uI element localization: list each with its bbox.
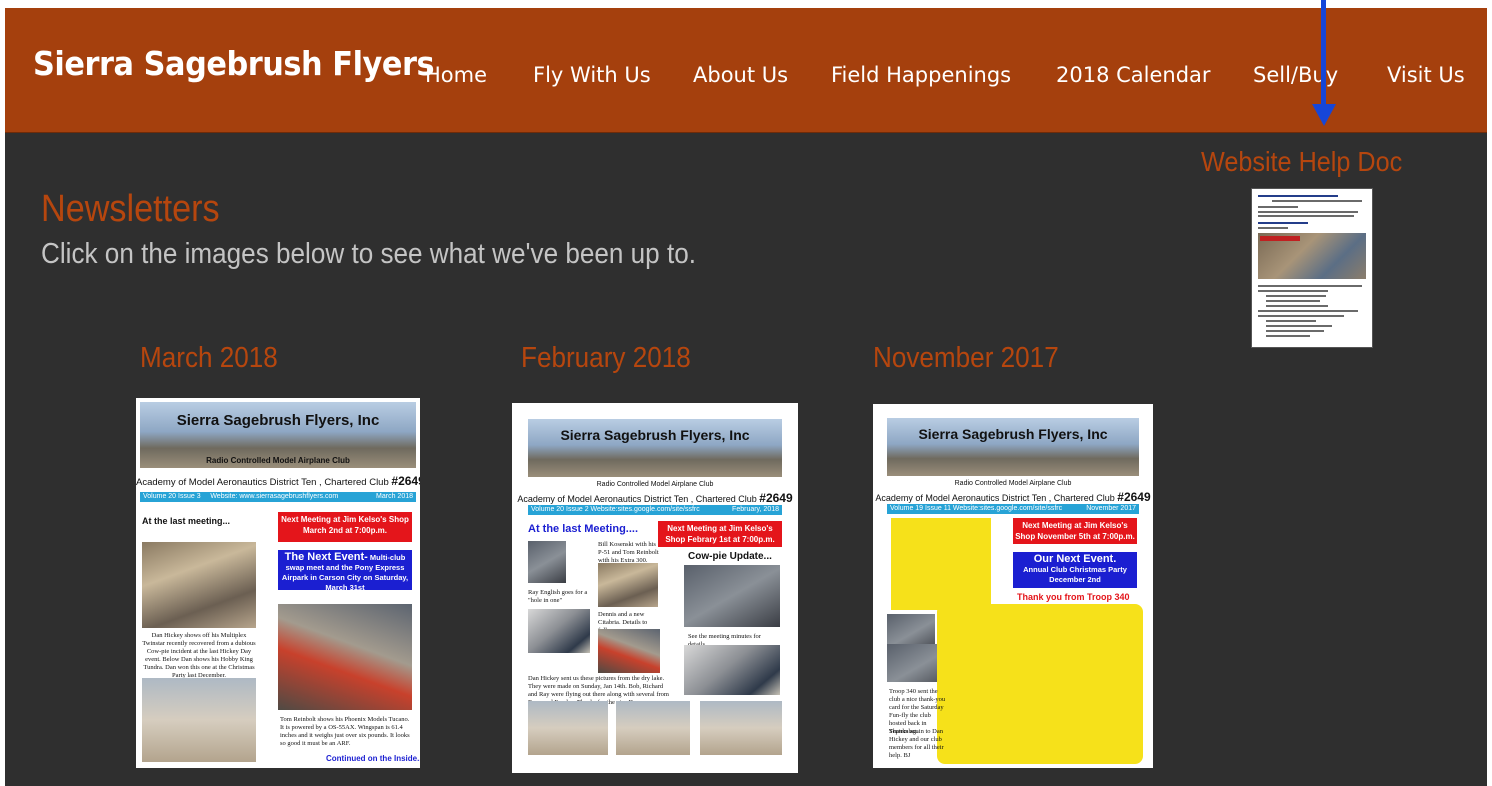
nav-field-happenings[interactable]: Field Happenings (831, 63, 1011, 87)
issue-bar: November 2017 Volume 19 Issue 11 Website:… (887, 504, 1139, 514)
help-doc-banner (1260, 236, 1300, 241)
next-meeting-box: Next Meeting at Jim Kelso's Shop March 2… (278, 512, 412, 542)
help-doc-line (1266, 325, 1332, 327)
academy-line: Academy of Model Aeronautics District Te… (875, 490, 1151, 504)
help-doc-thumbnail[interactable] (1251, 188, 1373, 348)
nav-home[interactable]: Home (425, 63, 487, 87)
newsletter-thumbnail-november-2017[interactable]: Sierra Sagebrush Flyers, Inc Radio Contr… (873, 404, 1153, 768)
photo-citabria (598, 629, 660, 673)
newsletter-thumbnail-march-2018[interactable]: Sierra Sagebrush Flyers, Inc Radio Contr… (136, 398, 420, 768)
thank-you-headline: Thank you from Troop 340 (1017, 592, 1130, 602)
photo-dry-lake-3 (700, 701, 782, 755)
next-meeting-box: Next Meeting at Jim Kelso's Shop Novembe… (1013, 518, 1137, 544)
photo-tundra (142, 678, 256, 762)
help-doc-line (1258, 290, 1328, 292)
photo-extra (598, 563, 658, 607)
caption-thanks: Thanks again to Dan Hickey and our club … (889, 728, 944, 759)
help-doc-title: Website Help Doc (1201, 146, 1403, 177)
photo-cow-pie (684, 565, 780, 627)
newsletter-thumbnail-february-2018[interactable]: Sierra Sagebrush Flyers, Inc Radio Contr… (512, 403, 798, 773)
thank-you-card-inside (937, 604, 1143, 764)
academy-line: Academy of Model Aeronautics District Te… (517, 491, 793, 505)
newsletter-label-november-2017[interactable]: November 2017 (873, 342, 1059, 375)
help-doc-line (1258, 206, 1298, 208)
masthead-title: Sierra Sagebrush Flyers, Inc (918, 426, 1108, 442)
photo-tucano (278, 604, 412, 710)
help-doc-line (1266, 330, 1324, 332)
photo-parts (684, 645, 780, 695)
nav-fly-with-us[interactable]: Fly With Us (533, 63, 651, 87)
issue-bar: March 2018 Volume 20 Issue 3 Website: www… (140, 492, 416, 502)
help-doc-line (1258, 215, 1354, 217)
caption-kosenski: Bill Kosenski with his P-51 and Tom Rein… (598, 541, 659, 564)
help-doc-line (1266, 295, 1326, 297)
nav-about-us[interactable]: About Us (693, 63, 788, 87)
caption-left: Dan Hickey shows off his Multiplex Twins… (142, 632, 256, 679)
masthead-subtitle: Radio Controlled Model Airplane Club (596, 481, 714, 488)
photo-ray (528, 609, 590, 653)
newsletter-masthead: Sierra Sagebrush Flyers, Inc (528, 419, 782, 477)
help-doc-line (1258, 211, 1358, 213)
thank-you-card-front (891, 518, 991, 610)
next-event-box: The Next Event- Multi-club swap meet and… (278, 550, 412, 592)
masthead-title: Sierra Sagebrush Flyers, Inc (560, 427, 750, 443)
newsletter-masthead: Sierra Sagebrush Flyers, Inc (887, 418, 1139, 476)
site-logo[interactable]: Sierra Sagebrush Flyers (33, 44, 435, 83)
page-title: Newsletters (41, 188, 220, 230)
masthead-subtitle: Radio Controlled Model Airplane Club (954, 480, 1072, 487)
next-event-box: Our Next Event. Annual Club Christmas Par… (1013, 552, 1137, 588)
photo-dry-lake-1 (528, 701, 608, 755)
photo-dry-lake-2 (616, 701, 690, 755)
help-doc-line (1258, 227, 1288, 229)
newsletter-label-february-2018[interactable]: February 2018 (521, 342, 691, 375)
help-doc-line (1258, 315, 1344, 317)
issue-bar: February, 2018 Volume 20 Issue 2 Website:… (528, 505, 782, 515)
continued-link: Continued on the Inside... (326, 754, 420, 763)
help-doc-line (1258, 195, 1338, 197)
nav-visit-us[interactable]: Visit Us (1387, 63, 1465, 87)
caption-ray: Ray English goes for a "hole in one" (528, 589, 588, 604)
caption-right: Tom Reinbolt shows his Phoenix Models Tu… (280, 716, 410, 747)
newsletter-masthead: Sierra Sagebrush Flyers, Inc Radio Contr… (140, 402, 416, 468)
nav-2018-calendar[interactable]: 2018 Calendar (1056, 63, 1211, 87)
masthead-title: Sierra Sagebrush Flyers, Inc (176, 412, 380, 429)
help-doc-line (1258, 285, 1362, 287)
newsletter-label-march-2018[interactable]: March 2018 (140, 342, 278, 375)
site-header: Sierra Sagebrush Flyers Home Fly With Us… (5, 8, 1487, 133)
annotation-arrow-shaft (1321, 0, 1326, 108)
help-doc-line (1258, 310, 1358, 312)
help-doc-line (1272, 200, 1362, 202)
next-meeting-box: Next Meeting at Jim Kelso's Shop Febrary… (658, 521, 782, 547)
cow-pie-headline: Cow-pie Update... (688, 551, 772, 562)
photo-members (528, 541, 566, 583)
help-doc-line (1266, 305, 1328, 307)
newsletter-headline: At the last Meeting.... (528, 523, 639, 535)
newsletter-headline: At the last meeting... (142, 516, 231, 526)
masthead-subtitle: Radio Controlled Model Airplane Club (206, 456, 350, 465)
help-doc-line (1258, 222, 1308, 224)
help-doc-line (1266, 300, 1320, 302)
photo-twinstar (142, 542, 256, 628)
annotation-arrow-head (1312, 104, 1336, 126)
page-subtitle: Click on the images below to see what we… (41, 238, 696, 270)
help-doc-line (1266, 320, 1316, 322)
academy-line: Academy of Model Aeronautics District Te… (136, 474, 420, 488)
help-doc-line (1266, 335, 1310, 337)
